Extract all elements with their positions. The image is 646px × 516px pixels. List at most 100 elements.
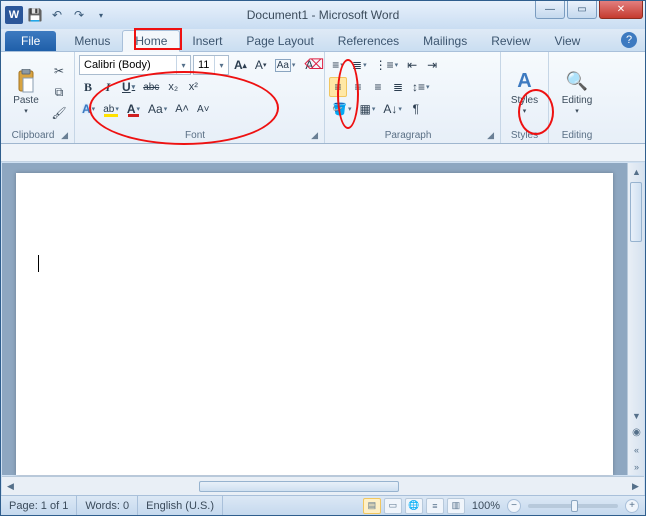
increase-indent-button[interactable]: ⇥ xyxy=(423,55,441,75)
show-hide-button[interactable]: ¶ xyxy=(407,99,425,119)
change-case-button[interactable]: Aa xyxy=(272,55,299,75)
change-case-button-2[interactable]: Aa xyxy=(145,99,170,119)
line-spacing-button[interactable]: ↕≡ xyxy=(409,77,433,97)
qat-redo-icon[interactable]: ↷ xyxy=(69,5,89,25)
underline-button[interactable]: U xyxy=(119,77,138,97)
decrease-indent-button[interactable]: ⇤ xyxy=(403,55,421,75)
grow-font-button[interactable]: A▴ xyxy=(231,55,250,75)
bucket-icon: 🪣 xyxy=(332,102,347,116)
group-editing: 🔍 Editing▾ Editing xyxy=(549,52,605,143)
brush-icon: 🖌 xyxy=(51,106,66,120)
qat-save-icon[interactable]: 💾 xyxy=(25,5,45,25)
browse-object-icon[interactable]: ◉ xyxy=(628,424,645,441)
horizontal-ruler[interactable] xyxy=(1,144,645,162)
italic-button[interactable]: I xyxy=(99,77,117,97)
clipboard-launcher[interactable]: ◢ xyxy=(61,130,70,141)
scroll-up-icon[interactable]: ▲ xyxy=(628,163,645,180)
sort-button[interactable]: A↓ xyxy=(380,99,405,119)
styles-button[interactable]: A Styles▾ xyxy=(505,55,544,129)
scroll-left-icon[interactable]: ◀ xyxy=(2,478,19,495)
zoom-out-button[interactable]: − xyxy=(507,499,521,513)
bold-button[interactable]: B xyxy=(79,77,97,97)
align-right-button[interactable]: ≡ xyxy=(369,77,387,97)
zoom-slider-knob[interactable] xyxy=(571,500,578,512)
quick-access-toolbar: W 💾 ↶ ↷ ▾ xyxy=(1,5,111,25)
tab-page-layout[interactable]: Page Layout xyxy=(234,31,325,51)
align-left-button[interactable]: ≡ xyxy=(329,77,347,97)
zoom-in-button[interactable]: + xyxy=(625,499,639,513)
full-screen-view-button[interactable]: ▭ xyxy=(384,498,402,514)
shading-button[interactable]: 🪣 xyxy=(329,99,354,119)
format-painter-button[interactable]: 🖌 xyxy=(50,104,68,122)
shrink-font-button[interactable]: A▾ xyxy=(252,55,270,75)
bullets-button[interactable]: ≡ xyxy=(329,55,347,75)
borders-button[interactable]: ▦ xyxy=(356,99,378,119)
tab-mailings[interactable]: Mailings xyxy=(411,31,479,51)
print-layout-view-button[interactable]: ▤ xyxy=(363,498,381,514)
document-page[interactable] xyxy=(16,173,613,475)
font-name-combo[interactable]: Calibri (Body) ▾ xyxy=(79,55,191,75)
shrink-font-alt[interactable]: A˅ xyxy=(194,99,213,119)
status-words[interactable]: Words: 0 xyxy=(77,496,138,515)
superscript-button[interactable]: x² xyxy=(184,77,202,97)
scroll-thumb-h[interactable] xyxy=(199,481,399,492)
word-app-icon[interactable]: W xyxy=(5,6,23,24)
tab-review[interactable]: Review xyxy=(479,31,542,51)
close-button[interactable]: ✕ xyxy=(599,1,643,19)
scroll-down-icon[interactable]: ▼ xyxy=(628,407,645,424)
copy-button[interactable]: ⧉ xyxy=(50,83,68,101)
align-center-button[interactable]: ≡ xyxy=(349,77,367,97)
font-color-button[interactable]: A xyxy=(124,99,143,119)
grow-font-alt[interactable]: A˄ xyxy=(172,99,192,119)
prev-page-icon[interactable]: « xyxy=(628,441,645,458)
draft-view-button[interactable]: ▥ xyxy=(447,498,465,514)
borders-icon: ▦ xyxy=(359,102,370,116)
multilevel-icon: ⋮≡ xyxy=(375,58,394,72)
help-button[interactable]: ? xyxy=(621,32,637,48)
maximize-button[interactable]: ▭ xyxy=(567,1,597,19)
strikethrough-button[interactable]: abc xyxy=(140,77,162,97)
zoom-slider[interactable] xyxy=(528,504,618,508)
tab-menus[interactable]: Menus xyxy=(62,31,122,51)
sort-icon: A↓ xyxy=(383,102,397,116)
tab-insert[interactable]: Insert xyxy=(180,31,234,51)
zoom-level[interactable]: 100% xyxy=(472,500,500,512)
tab-view[interactable]: View xyxy=(543,31,593,51)
status-page[interactable]: Page: 1 of 1 xyxy=(1,496,77,515)
qat-undo-icon[interactable]: ↶ xyxy=(47,5,67,25)
minimize-button[interactable]: — xyxy=(535,1,565,19)
horizontal-scrollbar[interactable]: ◀ ▶ xyxy=(2,476,644,495)
editing-button[interactable]: 🔍 Editing▾ xyxy=(556,55,598,129)
qat-customize-icon[interactable]: ▾ xyxy=(91,5,111,25)
subscript-button[interactable]: x₂ xyxy=(164,77,182,97)
font-size-combo[interactable]: 11 ▾ xyxy=(193,55,229,75)
tab-references[interactable]: References xyxy=(326,31,411,51)
tab-file[interactable]: File xyxy=(5,31,56,51)
scroll-right-icon[interactable]: ▶ xyxy=(627,478,644,495)
tab-home[interactable]: Home xyxy=(122,30,180,52)
justify-button[interactable]: ≣ xyxy=(389,77,407,97)
paragraph-launcher[interactable]: ◢ xyxy=(487,130,496,141)
group-paragraph: ≡ ≣ ⋮≡ ⇤ ⇥ ≡ ≡ ≡ ≣ ↕≡ 🪣 ▦ A↓ ¶ xyxy=(325,52,501,143)
cut-button[interactable]: ✂ xyxy=(50,62,68,80)
scroll-thumb[interactable] xyxy=(630,182,642,242)
group-font: Calibri (Body) ▾ 11 ▾ A▴ A▾ Aa A⌫ B I U xyxy=(75,52,325,143)
font-launcher[interactable]: ◢ xyxy=(311,130,320,141)
numbering-icon: ≣ xyxy=(352,58,362,72)
status-language[interactable]: English (U.S.) xyxy=(138,496,223,515)
find-icon: 🔍 xyxy=(564,68,590,94)
vertical-scrollbar[interactable]: ▲ ▼ ◉ « » xyxy=(627,163,644,475)
outline-view-button[interactable]: ≡ xyxy=(426,498,444,514)
numbering-button[interactable]: ≣ xyxy=(349,55,370,75)
scissors-icon: ✂ xyxy=(54,64,64,78)
multilevel-button[interactable]: ⋮≡ xyxy=(372,55,402,75)
clear-formatting-button[interactable]: A⌫ xyxy=(300,55,318,75)
text-effects-button[interactable]: A xyxy=(79,99,98,119)
paste-button[interactable]: Paste▾ xyxy=(5,55,47,129)
editing-label: Editing xyxy=(562,95,593,106)
font-size-value: 11 xyxy=(198,59,209,71)
next-page-icon[interactable]: » xyxy=(628,458,645,475)
web-layout-view-button[interactable]: 🌐 xyxy=(405,498,423,514)
highlight-button[interactable]: ab xyxy=(100,99,122,119)
chevron-down-icon: ▾ xyxy=(176,56,190,74)
